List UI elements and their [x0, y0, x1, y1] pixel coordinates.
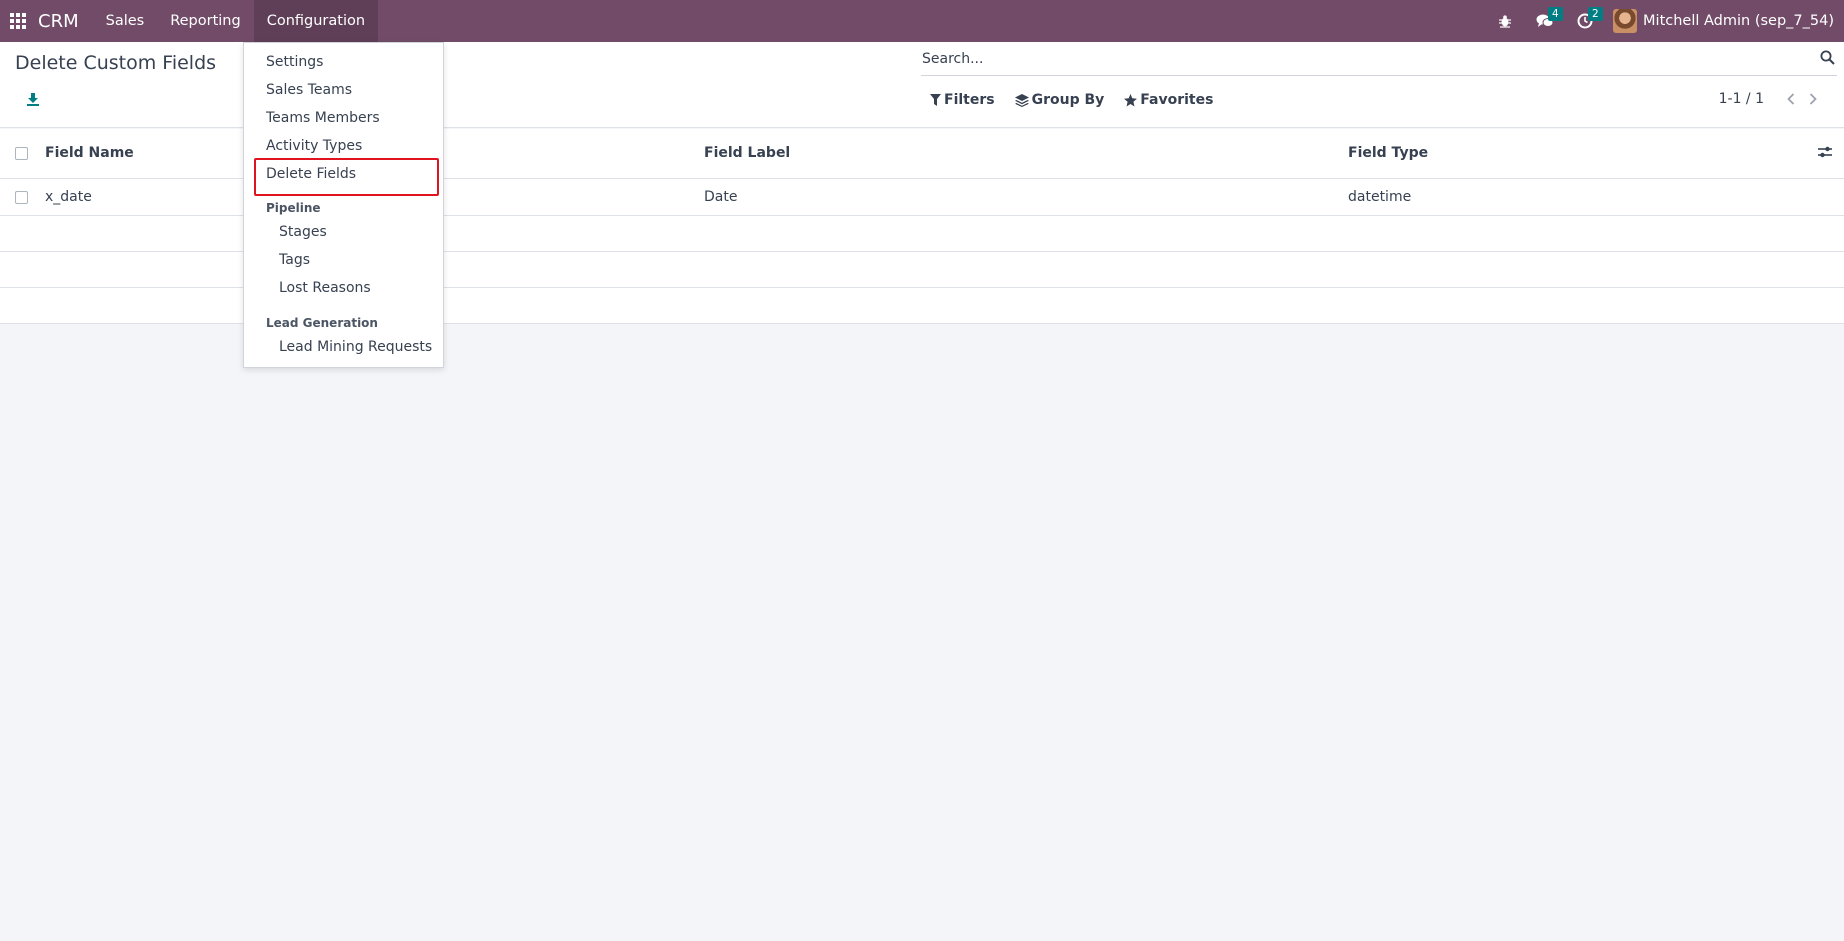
menu-item-tags[interactable]: Tags: [279, 252, 310, 268]
optional-columns-icon[interactable]: [1818, 146, 1832, 162]
page-title: Delete Custom Fields: [15, 52, 217, 74]
activities-count-badge: 2: [1588, 7, 1603, 21]
column-field-type[interactable]: Field Type: [1348, 145, 1428, 161]
filter-icon: [930, 94, 941, 106]
column-field-label[interactable]: Field Label: [704, 145, 790, 161]
activities-clock-icon[interactable]: 2: [1565, 0, 1605, 42]
menu-sales[interactable]: Sales: [93, 0, 158, 42]
menu-item-lost-reasons[interactable]: Lost Reasons: [279, 280, 371, 296]
menu-section-pipeline: Pipeline: [266, 201, 321, 215]
pager-previous-icon[interactable]: [1780, 93, 1802, 105]
search-input[interactable]: [921, 50, 1801, 67]
download-button[interactable]: [22, 88, 44, 110]
menu-item-teams-members[interactable]: Teams Members: [266, 110, 380, 126]
menu-item-sales-teams[interactable]: Sales Teams: [266, 82, 352, 98]
filters-button[interactable]: Filters: [930, 92, 995, 108]
star-icon: [1124, 93, 1138, 106]
configuration-dropdown-menu: Settings Sales Teams Teams Members Activ…: [243, 42, 444, 368]
user-menu[interactable]: Mitchell Admin (sep_7_54): [1605, 0, 1844, 42]
menu-item-activity-types[interactable]: Activity Types: [266, 138, 362, 154]
favorites-button[interactable]: Favorites: [1124, 92, 1213, 108]
column-field-name[interactable]: Field Name: [45, 145, 134, 161]
menu-item-lead-mining-requests[interactable]: Lead Mining Requests: [279, 339, 432, 355]
menu-reporting[interactable]: Reporting: [157, 0, 254, 42]
row-checkbox[interactable]: [15, 191, 28, 204]
menu-configuration[interactable]: Configuration: [253, 0, 379, 42]
search-icon[interactable]: [1820, 50, 1835, 69]
menu-item-settings[interactable]: Settings: [266, 54, 323, 70]
debug-bug-icon[interactable]: [1485, 0, 1525, 42]
messages-count-badge: 4: [1548, 7, 1563, 21]
search-panel-buttons: Filters Group By Favorites: [930, 92, 1233, 108]
user-avatar: [1613, 9, 1638, 33]
systray: 4 2 Mitchell Admin (sep_7_54): [1485, 0, 1844, 42]
app-brand[interactable]: CRM: [38, 11, 79, 32]
cell-field-label: Date: [704, 189, 738, 205]
layers-icon: [1014, 93, 1029, 107]
menu-item-stages[interactable]: Stages: [279, 224, 327, 240]
messages-chat-icon[interactable]: 4: [1525, 0, 1565, 42]
download-icon: [27, 93, 39, 106]
top-navbar: CRM Sales Reporting Configuration 4 2 Mi…: [0, 0, 1844, 42]
pager-next-icon[interactable]: [1802, 93, 1824, 105]
user-name: Mitchell Admin (sep_7_54): [1643, 13, 1834, 29]
favorites-label: Favorites: [1140, 92, 1214, 108]
cell-field-name: x_date: [45, 189, 92, 205]
menu-section-lead-generation: Lead Generation: [266, 316, 378, 330]
group-by-label: Group By: [1031, 92, 1105, 108]
search-bar: [921, 42, 1837, 76]
apps-menu-icon[interactable]: [0, 0, 36, 42]
cell-field-type: datetime: [1348, 189, 1412, 205]
select-all-checkbox[interactable]: [15, 147, 28, 160]
pager: 1-1 / 1: [1719, 91, 1824, 107]
filters-label: Filters: [944, 92, 995, 108]
pager-value[interactable]: 1-1 / 1: [1719, 91, 1764, 107]
group-by-button[interactable]: Group By: [1014, 92, 1105, 108]
highlight-box: [254, 158, 439, 196]
